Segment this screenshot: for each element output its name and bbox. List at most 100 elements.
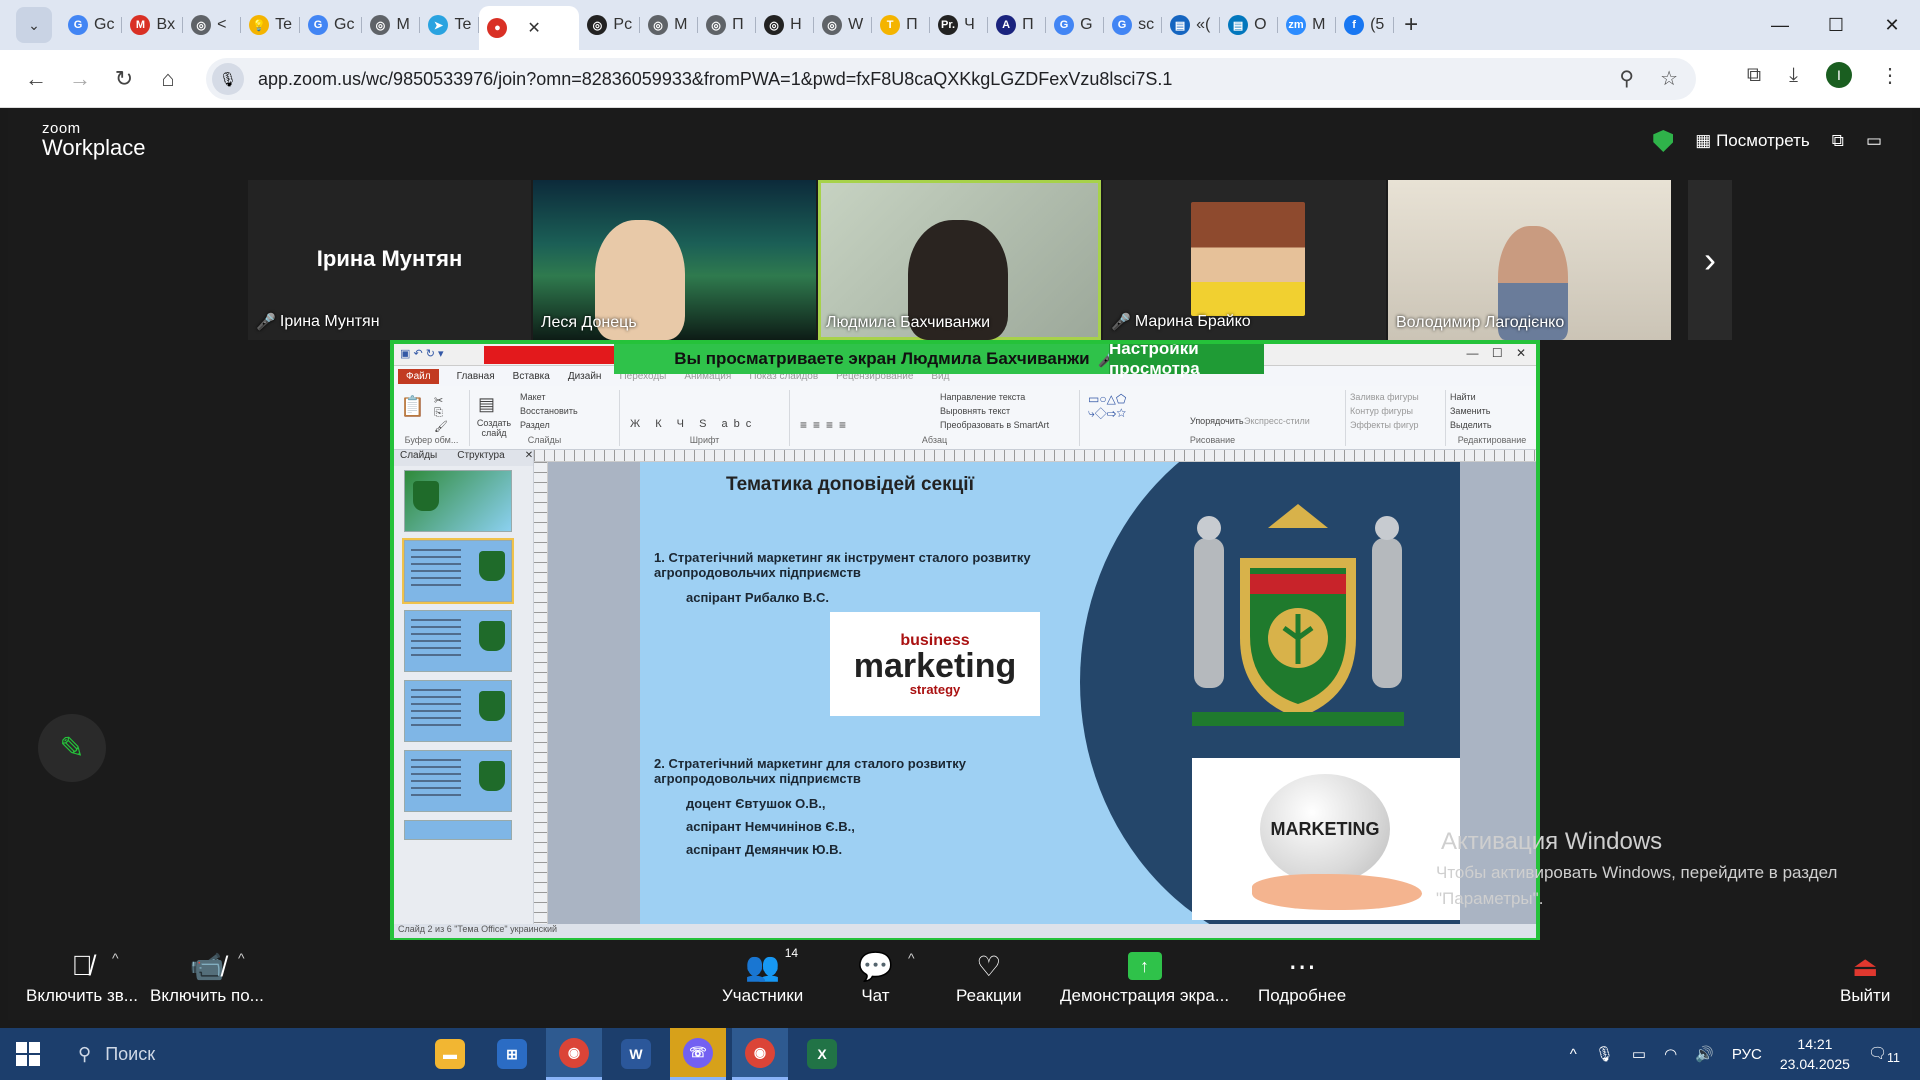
tray-chevron-icon[interactable]: ^	[1570, 1046, 1577, 1063]
start-video-button[interactable]: 📹̸ Включить по...	[150, 946, 264, 1006]
notifications-icon[interactable]: 🗨11	[1868, 1044, 1900, 1065]
excel-app[interactable]: X	[794, 1028, 850, 1080]
window-mode-icon[interactable]: ▭	[1866, 131, 1882, 151]
bookmark-star-icon[interactable]: ☆	[1660, 66, 1678, 91]
annotate-pen-button[interactable]: ✎	[38, 714, 106, 782]
browser-tab[interactable]: ◎ M	[640, 7, 699, 43]
encryption-shield-icon[interactable]	[1653, 130, 1674, 152]
extensions-icon[interactable]: ⧉	[1747, 64, 1761, 87]
browser-tab[interactable]: f (5	[1336, 7, 1395, 43]
align-text-button[interactable]: Выровнять текст	[940, 406, 1010, 416]
leave-button[interactable]: ⏏ Выйти	[1840, 946, 1890, 1006]
language-indicator[interactable]: РУС	[1732, 1046, 1762, 1063]
taskbar-search[interactable]: ⚲ Поиск	[62, 1028, 402, 1080]
battery-icon[interactable]: ▭	[1632, 1045, 1646, 1063]
browser-tab[interactable]: ◎ Pc	[579, 7, 640, 43]
chat-button[interactable]: 💬 Чат	[858, 946, 893, 1006]
share-screen-button[interactable]: ↑ Демонстрация экра...	[1060, 946, 1229, 1006]
browser-tab[interactable]: ◎ Н	[756, 7, 815, 43]
participant-tile[interactable]: Ірина Мунтян 🎤 Ірина Мунтян	[248, 180, 531, 340]
file-explorer-app[interactable]: ▬	[422, 1028, 478, 1080]
arrange-button[interactable]: Упорядочить	[1190, 416, 1244, 426]
current-slide[interactable]: Тематика доповідей секції 1. Стратегічни…	[640, 462, 1460, 930]
address-bar[interactable]: 🎙 app.zoom.us/wc/9850533976/join?omn=828…	[206, 58, 1696, 100]
download-icon[interactable]: ⤓	[1789, 64, 1798, 87]
shape-outline-button[interactable]: Контур фигуры	[1350, 406, 1413, 416]
minimize-video-icon[interactable]: ⧉	[1832, 131, 1844, 151]
browser-tab[interactable]: ◎ <	[183, 7, 242, 43]
participant-tile[interactable]: Леся Донець	[533, 180, 816, 340]
slide-thumbnail[interactable]	[402, 538, 514, 604]
slide-thumbnail[interactable]	[404, 750, 512, 812]
layout-button[interactable]: Макет	[520, 392, 545, 402]
browser-tab[interactable]: ◎ W	[814, 7, 873, 43]
word-app[interactable]: W	[608, 1028, 664, 1080]
browser-tab[interactable]: TП	[872, 7, 931, 43]
ppt-quick-access-icon[interactable]: ▣ ↶ ↻ ▾	[400, 347, 444, 360]
outline-tab[interactable]: Структура	[457, 450, 504, 466]
shape-effects-button[interactable]: Эффекты фигур	[1350, 420, 1419, 430]
minimize-button[interactable]: —	[1752, 0, 1808, 50]
paste-icon[interactable]: 📋	[400, 394, 425, 419]
profile-avatar[interactable]: I	[1826, 62, 1852, 88]
maximize-button[interactable]: ☐	[1808, 0, 1864, 50]
tab-search-button[interactable]: ⌄	[16, 7, 52, 43]
select-button[interactable]: Выделить	[1450, 420, 1492, 430]
text-direction-button[interactable]: Направление текста	[940, 392, 1025, 402]
volume-icon[interactable]: 🔊	[1695, 1045, 1714, 1063]
browser-tab[interactable]: ● ✕	[479, 6, 580, 50]
browser-tab[interactable]: G Gc	[300, 7, 363, 43]
shared-screen[interactable]: Вы просматриваете экран Людмила Бахчиван…	[390, 340, 1540, 942]
participant-tile[interactable]: Володимир Лагодієнко	[1388, 180, 1671, 340]
reload-button[interactable]: ↻	[102, 66, 146, 92]
browser-tab[interactable]: AП	[988, 7, 1047, 43]
browser-tab[interactable]: ◎ M	[362, 7, 421, 43]
smartart-button[interactable]: Преобразовать в SmartArt	[940, 420, 1049, 430]
cut-copy-icons[interactable]: ✂ ⎘ 🖌	[434, 394, 448, 433]
browser-tab[interactable]: Gsc	[1104, 7, 1163, 43]
restore-button[interactable]: Восстановить	[520, 406, 578, 416]
participants-button[interactable]: 👥 14 Участники	[722, 946, 803, 1006]
slides-tab[interactable]: Слайды	[400, 450, 437, 466]
browser-tab[interactable]: Pr. Ч	[930, 7, 989, 43]
participant-tile[interactable]: 🎤 Марина Брайко	[1103, 180, 1386, 340]
store-app[interactable]: ⊞	[484, 1028, 540, 1080]
chrome-app-2[interactable]: ◉	[732, 1028, 788, 1080]
new-slide-icon[interactable]: ▤	[478, 394, 495, 415]
ppt-tab[interactable]: Вставка	[513, 371, 550, 382]
chrome-app[interactable]: ◉	[546, 1028, 602, 1080]
close-tab-icon[interactable]: ✕	[527, 18, 540, 38]
section-button[interactable]: Раздел	[520, 420, 550, 430]
slide-thumbnail[interactable]	[404, 610, 512, 672]
back-button[interactable]: ←	[14, 66, 58, 92]
chat-options-caret[interactable]: ^	[908, 950, 915, 966]
browser-tab[interactable]: G Gc	[60, 7, 123, 43]
wifi-icon[interactable]: ◠	[1664, 1045, 1677, 1063]
audio-options-caret[interactable]: ^	[112, 950, 119, 966]
paragraph-align-icons[interactable]: ≡≡≡≡	[800, 418, 852, 432]
replace-button[interactable]: Заменить	[1450, 406, 1490, 416]
slide-thumbnail[interactable]	[404, 470, 512, 532]
browser-tab[interactable]: ▤ О	[1220, 7, 1279, 43]
browser-tab[interactable]: ▤ «(	[1162, 7, 1221, 43]
shape-fill-button[interactable]: Заливка фигуры	[1350, 392, 1419, 402]
forward-button[interactable]: →	[58, 66, 102, 92]
shapes-gallery-icon[interactable]: ▭○△⬠ ⤷◇⇨☆	[1088, 392, 1126, 421]
home-button[interactable]: ⌂	[146, 66, 190, 92]
tray-mic-icon[interactable]: 🎙	[1595, 1045, 1614, 1063]
browser-tab[interactable]: ◎ П	[698, 7, 757, 43]
zoom-magnifier-icon[interactable]: ⚲	[1619, 66, 1634, 91]
find-button[interactable]: Найти	[1450, 392, 1476, 402]
font-format-icons[interactable]: Ж К Ч S abc	[630, 418, 757, 430]
url-text[interactable]: app.zoom.us/wc/9850533976/join?omn=82836…	[258, 69, 1172, 90]
view-settings-button[interactable]: Настройки просмотра	[1109, 344, 1264, 378]
clock[interactable]: 14:21 23.04.2025	[1780, 1034, 1850, 1074]
browser-tab[interactable]: M Bx	[122, 7, 183, 43]
viber-app[interactable]: ☏	[670, 1028, 726, 1080]
start-button[interactable]	[0, 1028, 56, 1080]
slide-thumbnail[interactable]	[404, 680, 512, 742]
ppt-tab[interactable]: Дизайн	[568, 371, 602, 382]
more-button[interactable]: ⋯ Подробнее	[1258, 946, 1346, 1006]
browser-tab[interactable]: 💡 Te	[241, 7, 300, 43]
close-window-button[interactable]: ✕	[1864, 0, 1920, 50]
